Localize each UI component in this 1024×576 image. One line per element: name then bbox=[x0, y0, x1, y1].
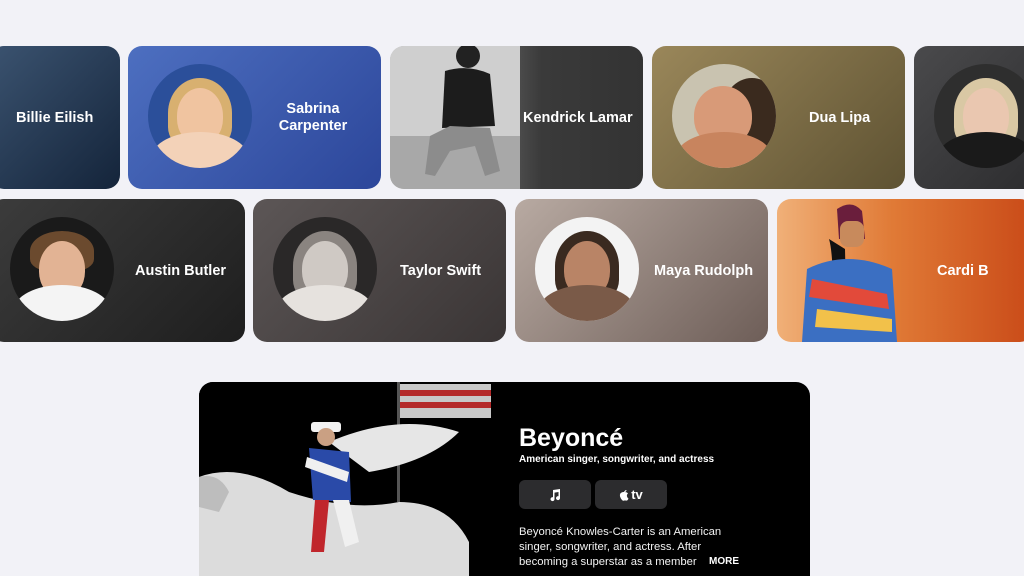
avatar bbox=[273, 217, 377, 321]
artist-card-sabrina-carpenter[interactable]: Sabrina Carpenter bbox=[128, 46, 381, 189]
artist-name: Maya Rudolph bbox=[654, 263, 754, 279]
avatar bbox=[10, 217, 114, 321]
artist-card-partial[interactable] bbox=[914, 46, 1024, 189]
album-artwork bbox=[199, 382, 519, 576]
artist-photo bbox=[390, 46, 520, 189]
more-button[interactable]: MORE bbox=[709, 556, 739, 567]
artist-card-austin-butler[interactable]: Austin Butler bbox=[0, 199, 245, 342]
avatar bbox=[934, 64, 1024, 168]
artist-name: Sabrina Carpenter bbox=[278, 101, 348, 134]
avatar bbox=[672, 64, 776, 168]
avatar bbox=[148, 64, 252, 168]
artist-name: Austin Butler bbox=[135, 263, 227, 279]
artist-name: Billie Eilish bbox=[16, 110, 94, 126]
artist-photo bbox=[802, 204, 897, 342]
featured-artist-description: Beyoncé Knowles-Carter is an American si… bbox=[519, 526, 722, 568]
featured-artist-card[interactable]: Beyoncé American singer, songwriter, and… bbox=[199, 382, 810, 576]
featured-artist-name: Beyoncé bbox=[519, 424, 624, 452]
artist-name: Dua Lipa bbox=[809, 110, 871, 126]
artist-card-kendrick-lamar[interactable]: Kendrick Lamar bbox=[390, 46, 643, 189]
avatar bbox=[535, 217, 639, 321]
artist-card-cardi-b[interactable]: Cardi B bbox=[777, 199, 1024, 342]
artist-card-maya-rudolph[interactable]: Maya Rudolph bbox=[515, 199, 768, 342]
apple-tv-label: tv bbox=[631, 487, 643, 502]
artist-name: Cardi B bbox=[937, 263, 989, 279]
apple-music-button[interactable] bbox=[519, 480, 591, 509]
featured-artist-subtitle: American singer, songwriter, and actress bbox=[519, 454, 715, 465]
artist-card-dua-lipa[interactable]: Dua Lipa bbox=[652, 46, 905, 189]
artist-name: Taylor Swift bbox=[400, 263, 482, 279]
artist-card-taylor-swift[interactable]: Taylor Swift bbox=[253, 199, 506, 342]
music-note-icon bbox=[550, 488, 561, 501]
artist-name: Kendrick Lamar bbox=[523, 110, 633, 126]
apple-logo-icon bbox=[620, 489, 629, 501]
artist-card-billie-eilish[interactable]: Billie Eilish bbox=[0, 46, 120, 189]
apple-tv-button[interactable]: tv bbox=[595, 480, 667, 509]
